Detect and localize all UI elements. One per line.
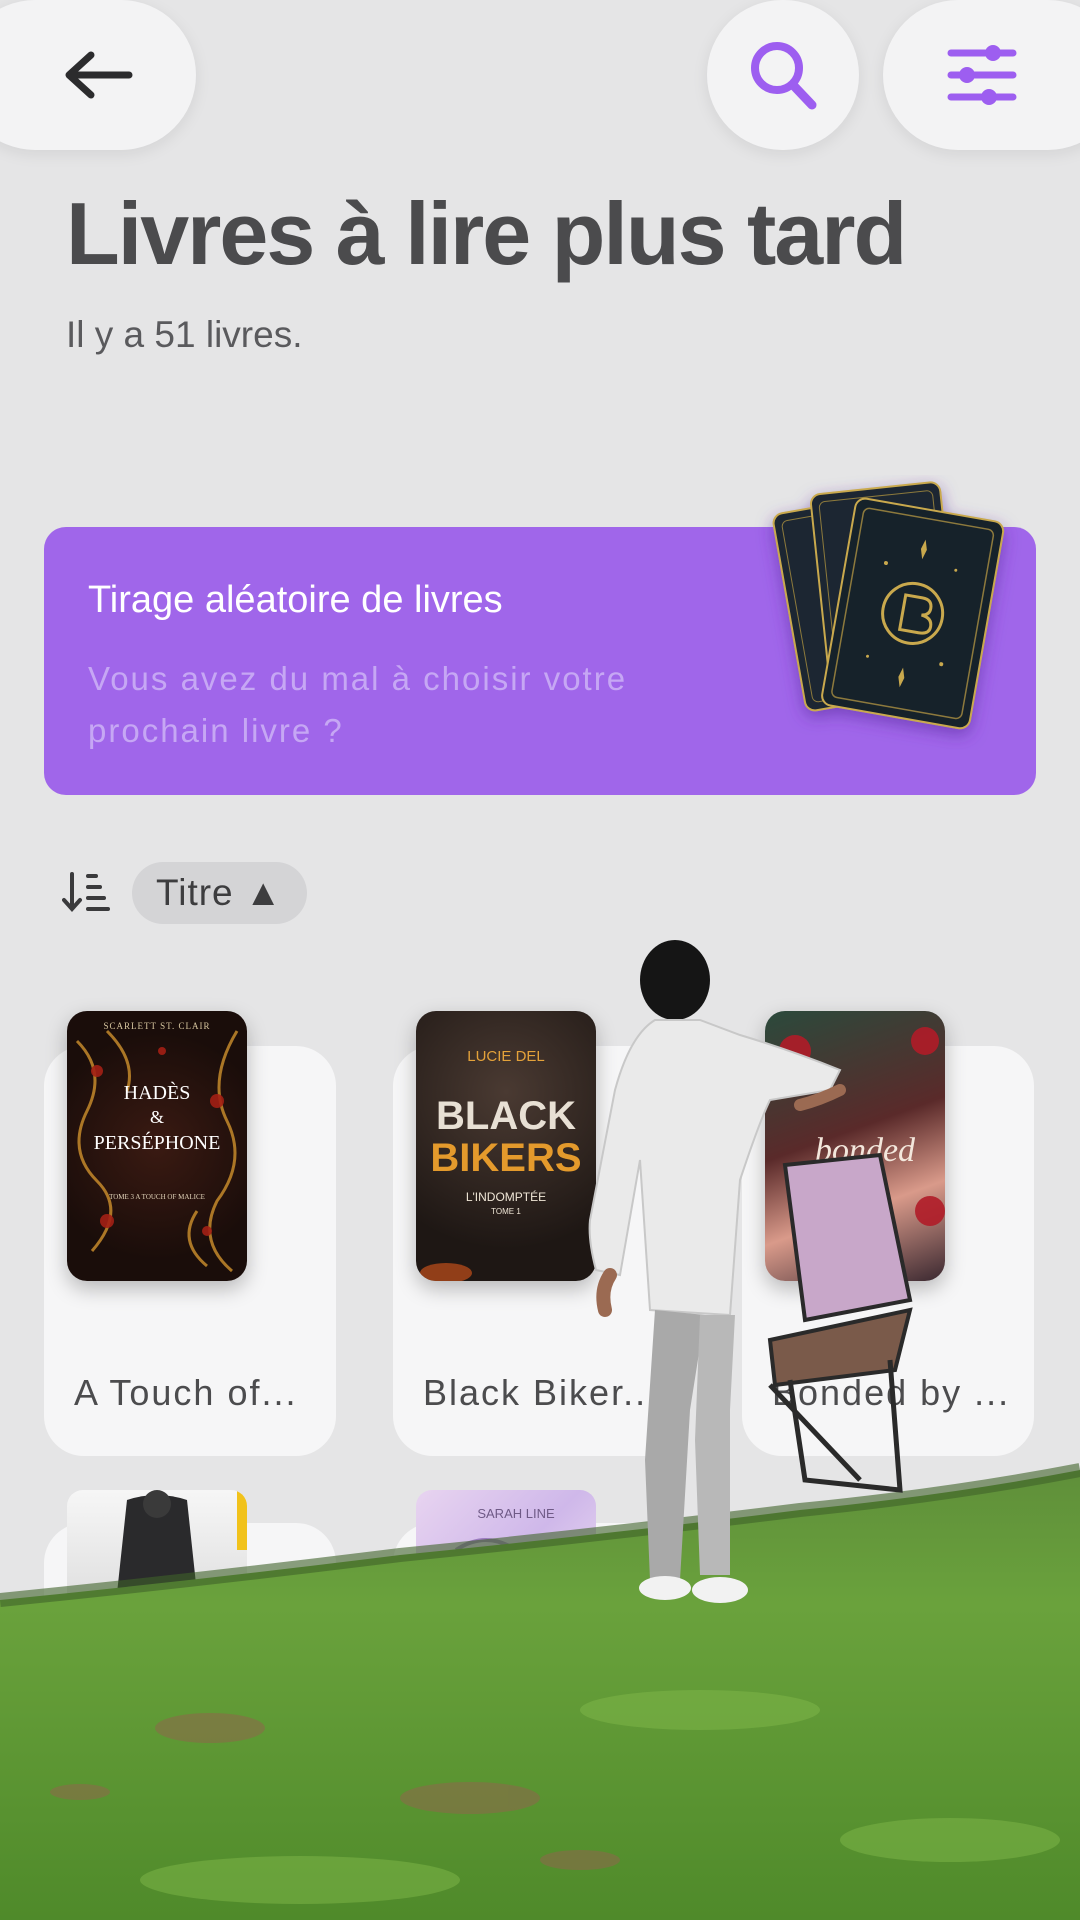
person-with-chair-overlay — [588, 940, 913, 1603]
cover-title: HADÈS — [124, 1081, 191, 1104]
book-title: A Touch of... — [74, 1372, 298, 1413]
banner-title: Tirage aléatoire de livres — [88, 579, 503, 621]
book-count: Il y a 51 livres. — [66, 314, 303, 355]
cover-title: BLACK — [436, 1094, 576, 1138]
filters-button[interactable] — [883, 0, 1080, 150]
cover-amp: & — [150, 1107, 164, 1127]
banner-text: Vous avez du mal à choisir votre prochai… — [88, 660, 628, 749]
page-title: Livres à lire plus tard — [66, 184, 907, 283]
sort-chip[interactable]: Titre ▲ — [132, 862, 307, 924]
cover-title: BIKERS — [430, 1136, 581, 1180]
tarot-cards-illustration — [772, 481, 1005, 730]
sliders-icon — [947, 45, 1017, 105]
cover-title: PERSÉPHONE — [94, 1131, 221, 1154]
cover-art: SCARLETT ST. CLAIR HADÈS & PERSÉPHONE TO… — [75, 1021, 239, 1273]
sort-descending-icon[interactable] — [62, 870, 110, 914]
cover-tome: TOME 1 — [491, 1207, 521, 1216]
cover-subtitle: TOME 3 A TOUCH OF MALICE — [109, 1193, 205, 1201]
back-button[interactable] — [0, 0, 196, 150]
cover-author: SCARLETT ST. CLAIR — [104, 1021, 211, 1031]
search-button[interactable] — [707, 0, 859, 150]
cover-subtitle: L'INDOMPTÉE — [466, 1189, 546, 1204]
search-icon — [751, 42, 817, 110]
book-cover[interactable]: SCARLETT ST. CLAIR HADÈS & PERSÉPHONE TO… — [67, 1011, 247, 1281]
cover-author: LUCIE DEL — [467, 1048, 545, 1065]
arrow-left-icon — [65, 51, 133, 99]
